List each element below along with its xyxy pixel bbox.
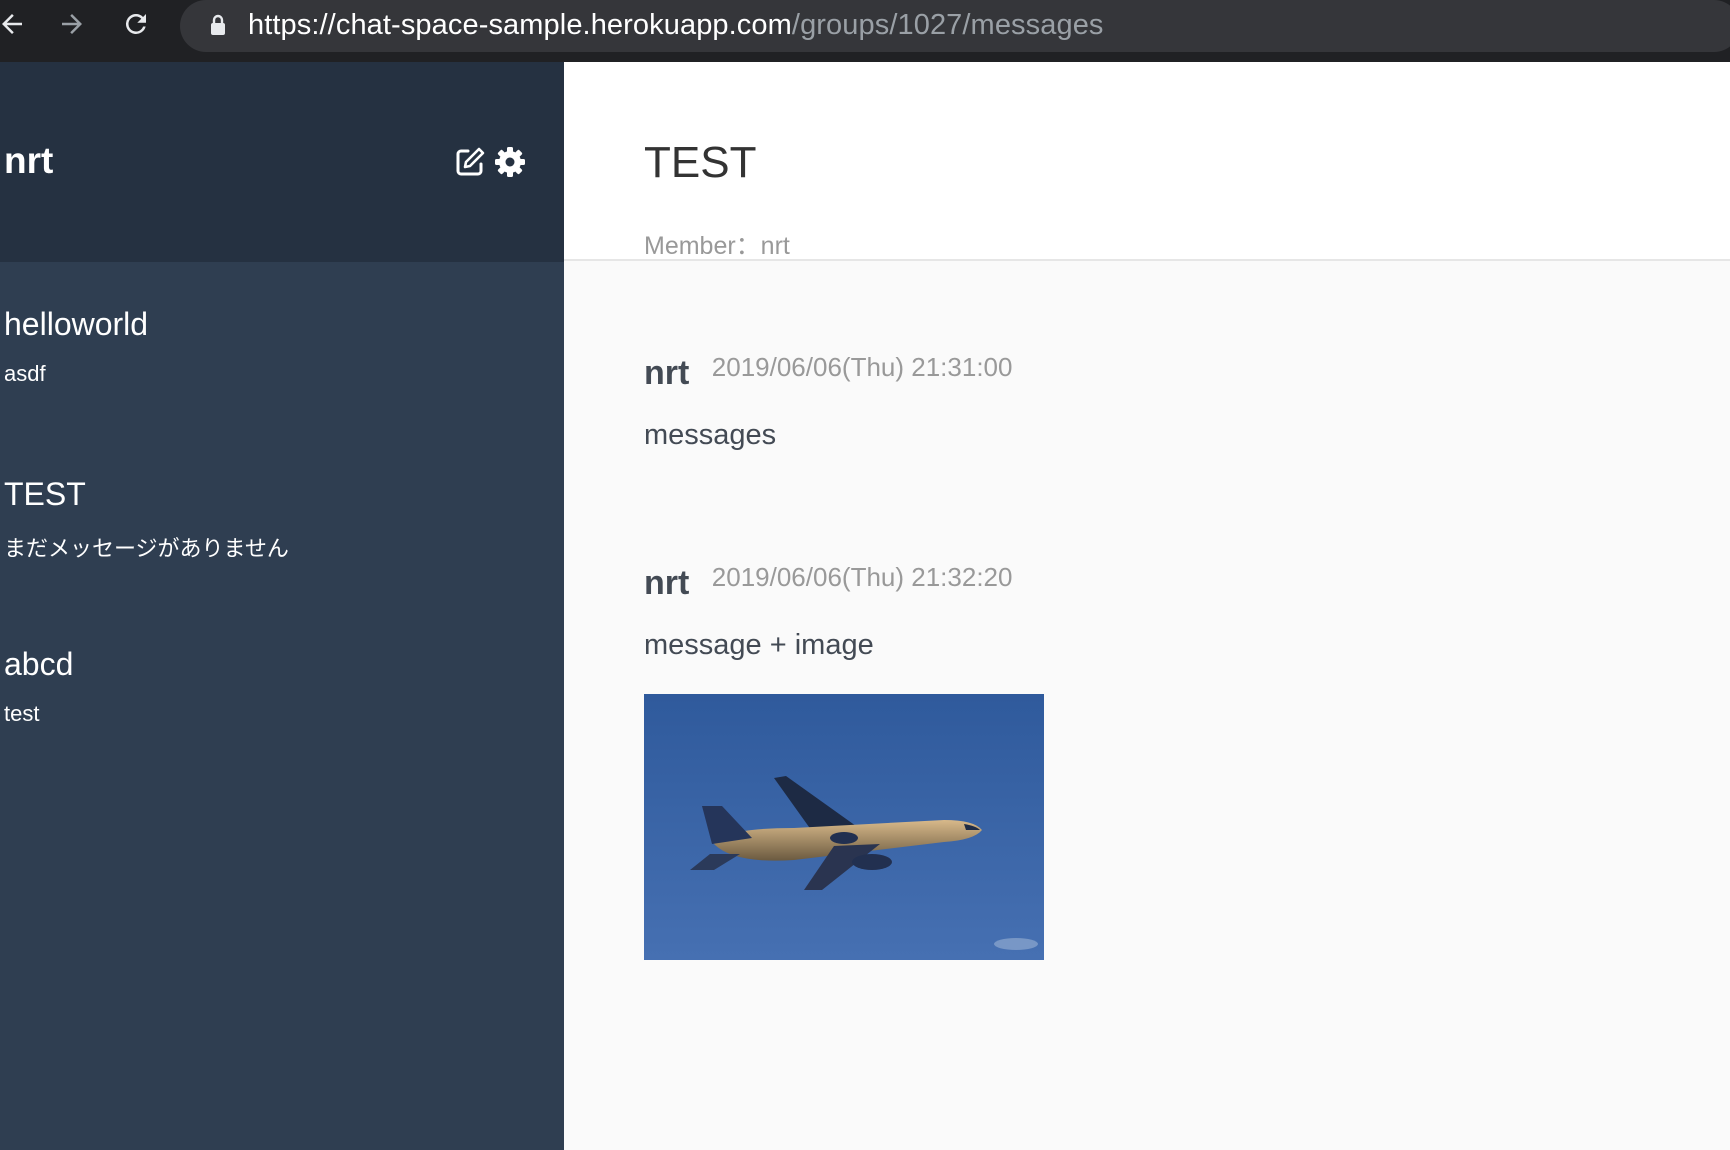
message: nrt 2019/06/06(Thu) 21:31:00 messages bbox=[644, 352, 1013, 452]
message-image[interactable] bbox=[644, 694, 1044, 960]
browser-toolbar: https://chat-space-sample.herokuapp.com/… bbox=[0, 0, 1730, 62]
group-name: helloworld bbox=[4, 306, 149, 342]
message-date: 2019/06/06(Thu) 21:32:20 bbox=[711, 562, 1013, 592]
arrow-right-icon bbox=[62, 14, 82, 34]
arrow-left-icon bbox=[2, 14, 22, 34]
current-user-name: nrt bbox=[4, 140, 54, 181]
sidebar-header: nrt bbox=[0, 62, 564, 262]
group-last-message: asdf bbox=[4, 361, 46, 386]
message-user: nrt bbox=[644, 354, 690, 392]
group-item[interactable]: abcd test bbox=[4, 646, 73, 727]
reload-button[interactable] bbox=[118, 6, 154, 42]
airplane-image bbox=[644, 694, 1044, 960]
url-host: https://chat-space-sample.herokuapp.com bbox=[248, 9, 792, 41]
chat-header: TEST Member：nrt bbox=[564, 62, 1730, 261]
forward-button[interactable] bbox=[54, 6, 90, 42]
member-list: Member：nrt bbox=[644, 232, 790, 260]
gear-icon[interactable] bbox=[494, 146, 526, 178]
group-name: abcd bbox=[4, 646, 74, 682]
chat-main: TEST Member：nrt nrt 2019/06/06(Thu) 21:3… bbox=[564, 62, 1730, 1150]
message-text: messages bbox=[644, 419, 777, 451]
message: nrt 2019/06/06(Thu) 21:32:20 message + i… bbox=[644, 562, 1013, 662]
url-path: /groups/1027/messages bbox=[791, 9, 1104, 41]
message-date: 2019/06/06(Thu) 21:31:00 bbox=[711, 352, 1013, 382]
edit-icon[interactable] bbox=[454, 146, 486, 178]
group-item[interactable]: helloworld asdf bbox=[4, 306, 148, 387]
address-bar[interactable]: https://chat-space-sample.herokuapp.com/… bbox=[180, 0, 1730, 52]
page-title: TEST bbox=[644, 138, 757, 187]
back-button[interactable] bbox=[0, 6, 30, 42]
reload-icon bbox=[125, 13, 146, 34]
url-text: https://chat-space-sample.herokuapp.com/… bbox=[248, 9, 1104, 42]
lock-icon bbox=[211, 14, 225, 35]
message-text: message + image bbox=[644, 629, 874, 661]
sidebar: nrt helloworld asdf TEST まだメッセージがありません a… bbox=[0, 62, 564, 1150]
group-name: TEST bbox=[4, 476, 86, 512]
group-item[interactable]: TEST まだメッセージがありません bbox=[4, 476, 289, 563]
group-last-message: test bbox=[4, 701, 40, 726]
message-user: nrt bbox=[644, 564, 690, 602]
group-last-message: まだメッセージがありません bbox=[4, 536, 289, 561]
